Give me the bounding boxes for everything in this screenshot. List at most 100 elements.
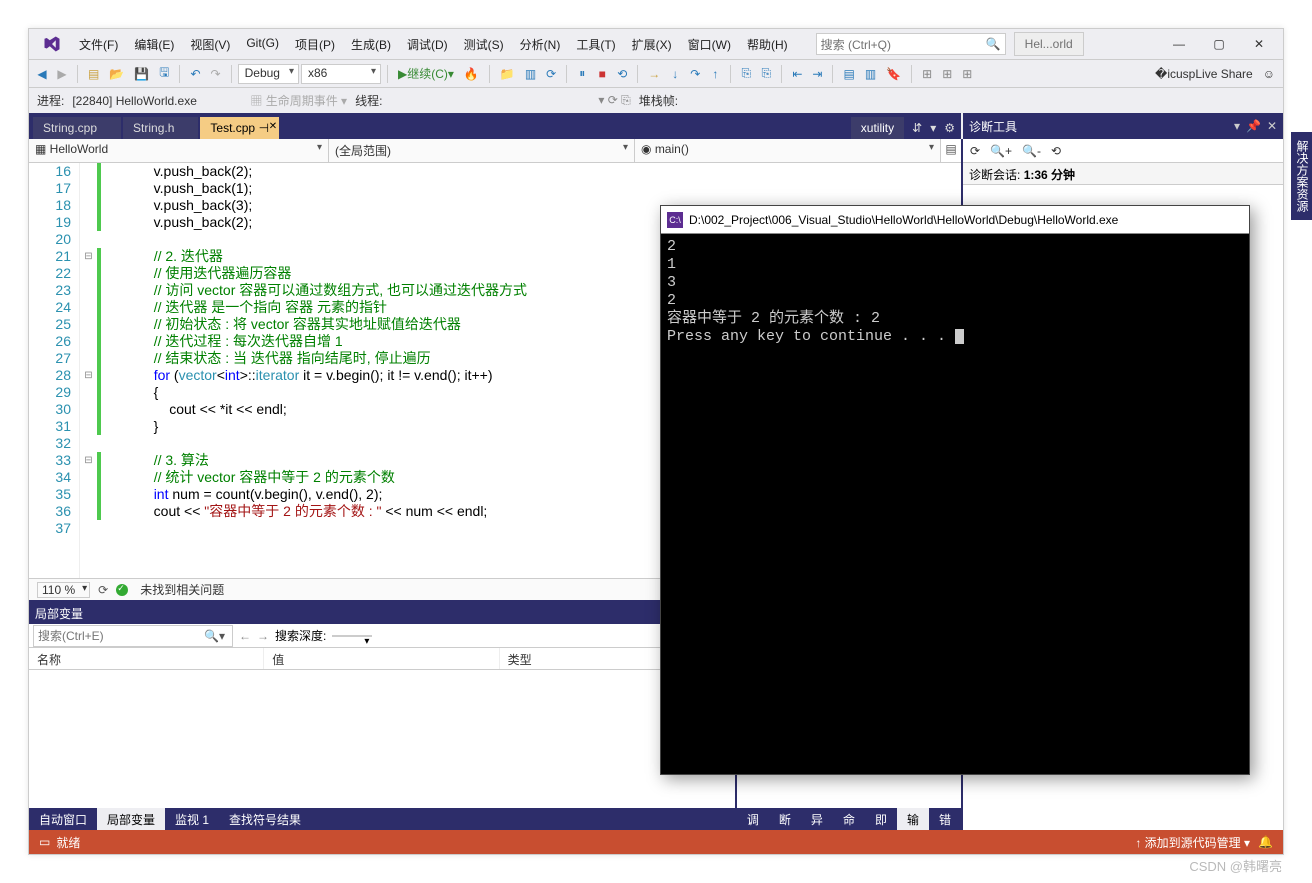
- nav-project-combo[interactable]: ▦ HelloWorld: [29, 139, 329, 162]
- new-file-icon[interactable]: ▤: [84, 65, 103, 83]
- bottom-tab[interactable]: 查找符号结果: [219, 808, 311, 830]
- indent-left-icon[interactable]: ⇤: [788, 65, 806, 83]
- extra3-icon[interactable]: ⊞: [958, 65, 976, 83]
- console-window[interactable]: C:\ D:\002_Project\006_Visual_Studio\Hel…: [660, 205, 1250, 775]
- nav-next-icon[interactable]: →: [257, 629, 269, 643]
- menu-item[interactable]: 编辑(E): [126, 32, 182, 57]
- diag-record-icon[interactable]: ⟳: [967, 142, 983, 160]
- pin-icon[interactable]: ⊣: [259, 121, 269, 135]
- title-search-box[interactable]: 搜索 (Ctrl+Q) 🔍: [816, 33, 1006, 55]
- menu-item[interactable]: 分析(N): [512, 32, 569, 57]
- bottom-tab[interactable]: 即时窗口: [865, 808, 897, 830]
- nav-scope-combo[interactable]: (全局范围): [329, 139, 635, 162]
- bottom-tab[interactable]: 错误列表: [929, 808, 961, 830]
- col-value[interactable]: 值: [264, 648, 499, 669]
- step-out-icon[interactable]: ↑: [706, 65, 724, 83]
- split-editor-icon[interactable]: ▤: [941, 139, 961, 162]
- solution-explorer-tab[interactable]: 解决方案资源: [1291, 132, 1312, 220]
- redo-icon[interactable]: ↷: [207, 65, 225, 83]
- window-icon[interactable]: ▥: [521, 65, 540, 83]
- bottom-tab[interactable]: 自动窗口: [29, 808, 97, 830]
- file-tab-string-cpp[interactable]: String.cpp: [33, 117, 121, 139]
- live-share-button[interactable]: �icusp Live Share: [1151, 65, 1257, 83]
- tab-scroll-icon[interactable]: ⇵: [912, 121, 922, 135]
- bottom-tab[interactable]: 监视 1: [165, 808, 219, 830]
- feedback-icon[interactable]: ☺: [1259, 65, 1279, 83]
- menu-item[interactable]: 测试(S): [456, 32, 512, 57]
- menu-item[interactable]: 工具(T): [568, 32, 623, 57]
- menu-item[interactable]: 文件(F): [71, 32, 126, 57]
- process-label: 进程:: [37, 92, 64, 109]
- process-combo[interactable]: [22840] HelloWorld.exe: [72, 94, 242, 108]
- platform-combo[interactable]: x86: [301, 64, 381, 84]
- menu-item[interactable]: 扩展(X): [624, 32, 680, 57]
- diag-reset-icon[interactable]: ⟲: [1048, 142, 1064, 160]
- menu-item[interactable]: 调试(D): [399, 32, 456, 57]
- console-title-bar: C:\ D:\002_Project\006_Visual_Studio\Hel…: [661, 206, 1249, 234]
- config-combo[interactable]: Debug: [238, 64, 299, 84]
- bottom-tab[interactable]: 命令窗口: [833, 808, 865, 830]
- step-into-icon[interactable]: ↓: [666, 65, 684, 83]
- hot-reload-icon[interactable]: 🔥: [460, 65, 483, 83]
- show-next-icon[interactable]: →: [644, 65, 664, 83]
- folder-icon[interactable]: 📁: [496, 65, 519, 83]
- file-tab-string-h[interactable]: String.h: [123, 117, 198, 139]
- nav-func-combo[interactable]: ◉ main(): [635, 139, 941, 162]
- locals-search-input[interactable]: [34, 626, 204, 646]
- tool-icon[interactable]: ⎘: [737, 64, 755, 83]
- pause-icon[interactable]: ⏸: [573, 64, 591, 83]
- menu-item[interactable]: Git(G): [238, 32, 287, 57]
- nav-fwd-icon[interactable]: ▶: [53, 65, 71, 83]
- menu-item[interactable]: 窗口(W): [680, 32, 739, 57]
- stop-icon[interactable]: ■: [593, 65, 611, 83]
- bottom-tab[interactable]: 异常设置: [801, 808, 833, 830]
- tool2-icon[interactable]: ⎘: [757, 64, 775, 83]
- preview-file[interactable]: xutility: [851, 117, 904, 139]
- minimize-button[interactable]: —: [1159, 29, 1199, 59]
- diag-zoomin-icon[interactable]: 🔍+: [987, 142, 1015, 160]
- open-file-icon[interactable]: 📂: [105, 65, 128, 83]
- uncomment-icon[interactable]: ▥: [861, 65, 880, 83]
- add-to-scm-button[interactable]: ↑ 添加到源代码管理 ▾: [1135, 834, 1250, 851]
- refresh-icon[interactable]: ⟳: [542, 65, 560, 83]
- main-toolbar: ◀ ▶ ▤ 📂 💾 🖫 ↶ ↷ Debug x86 ▶ 继续(C) ▾ 🔥 📁 …: [29, 59, 1283, 87]
- bottom-tab[interactable]: 断点: [769, 808, 801, 830]
- restart-icon[interactable]: ⟲: [613, 65, 631, 83]
- continue-button[interactable]: ▶ 继续(C) ▾: [394, 63, 458, 84]
- depth-combo[interactable]: [332, 635, 372, 637]
- panel-dropdown-icon[interactable]: ▾: [1234, 119, 1240, 133]
- close-button[interactable]: ✕: [1239, 29, 1279, 59]
- file-tab-test-cpp[interactable]: Test.cpp⊣✕: [200, 117, 279, 139]
- extra2-icon[interactable]: ⊞: [938, 65, 956, 83]
- undo-icon[interactable]: ↶: [186, 65, 204, 83]
- panel-close-icon[interactable]: ✕: [1267, 119, 1277, 133]
- maximize-button[interactable]: ▢: [1199, 29, 1239, 59]
- menu-item[interactable]: 生成(B): [343, 32, 399, 57]
- zoom-combo[interactable]: 110 %: [37, 582, 90, 598]
- menu-item[interactable]: 视图(V): [182, 32, 238, 57]
- gear-icon[interactable]: ⚙: [944, 121, 955, 135]
- save-icon[interactable]: 💾: [130, 65, 153, 83]
- comment-icon[interactable]: ▤: [839, 65, 858, 83]
- panel-pin-icon[interactable]: 📌: [1246, 119, 1261, 133]
- locals-search-box[interactable]: 🔍▾: [33, 625, 233, 647]
- indent-right-icon[interactable]: ⇥: [808, 65, 826, 83]
- menu-item[interactable]: 帮助(H): [739, 32, 796, 57]
- diag-zoomout-icon[interactable]: 🔍-: [1019, 142, 1044, 160]
- nav-prev-icon[interactable]: ←: [239, 629, 251, 643]
- nav-back-icon[interactable]: ◀: [33, 65, 51, 83]
- editor-nav-bar: ▦ HelloWorld (全局范围) ◉ main() ▤: [29, 139, 961, 163]
- stackframe-label: 堆栈帧:: [639, 92, 678, 109]
- bottom-tab[interactable]: 调用堆栈: [737, 808, 769, 830]
- bottom-tab[interactable]: 局部变量: [97, 808, 165, 830]
- save-all-icon[interactable]: 🖫: [155, 61, 173, 86]
- extra1-icon[interactable]: ⊞: [918, 65, 936, 83]
- close-tab-icon[interactable]: ✕: [269, 121, 277, 132]
- notifications-icon[interactable]: 🔔: [1258, 835, 1273, 849]
- bottom-tab[interactable]: 输出: [897, 808, 929, 830]
- col-name[interactable]: 名称: [29, 648, 264, 669]
- menu-item[interactable]: 项目(P): [287, 32, 343, 57]
- tab-overflow-icon[interactable]: ▾: [930, 121, 936, 135]
- bookmark-icon[interactable]: 🔖: [882, 65, 905, 83]
- step-over-icon[interactable]: ↷: [686, 65, 704, 83]
